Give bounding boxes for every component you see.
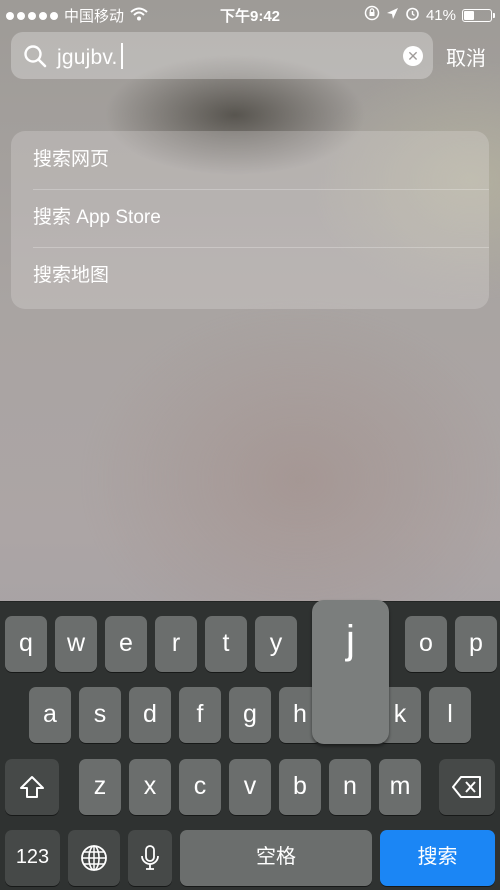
suggestion-list: 搜索网页 搜索 App Store 搜索地图 (11, 131, 489, 309)
key-e[interactable]: e (105, 616, 147, 672)
key-s[interactable]: s (79, 687, 121, 743)
numbers-key[interactable]: 123 (5, 830, 60, 886)
cancel-button[interactable]: 取消 (446, 42, 486, 71)
key-g[interactable]: g (229, 687, 271, 743)
shift-icon (19, 772, 45, 800)
alarm-icon (405, 6, 420, 25)
key-t[interactable]: t (205, 616, 247, 672)
key-b[interactable]: b (279, 759, 321, 815)
key-l[interactable]: l (429, 687, 471, 743)
search-row: jgujbv. ✕ 取消 (11, 32, 492, 79)
location-icon (386, 7, 399, 24)
key-y[interactable]: y (255, 616, 297, 672)
globe-key[interactable] (68, 830, 120, 886)
keyboard: q w e r t y o p a s d f g h k l z x c v … (0, 601, 500, 890)
shift-key[interactable] (5, 759, 59, 815)
key-f[interactable]: f (179, 687, 221, 743)
key-w[interactable]: w (55, 616, 97, 672)
search-field[interactable]: jgujbv. ✕ (11, 32, 433, 79)
key-v[interactable]: v (229, 759, 271, 815)
rotation-lock-icon (364, 5, 380, 25)
suggestion-search-maps[interactable]: 搜索地图 (11, 247, 489, 305)
key-n[interactable]: n (329, 759, 371, 815)
status-bar-right: 41% (364, 5, 495, 25)
battery-percent: 41% (425, 6, 456, 24)
suggestion-search-web[interactable]: 搜索网页 (11, 131, 489, 189)
battery-fill (464, 10, 474, 20)
search-input[interactable]: jgujbv. (57, 43, 123, 70)
status-bar: 中国移动 下午9:42 41% (0, 0, 500, 28)
search-query: jgujbv. (57, 46, 118, 69)
key-d[interactable]: d (129, 687, 171, 743)
key-q[interactable]: q (5, 616, 47, 672)
backspace-icon (452, 772, 482, 800)
key-a[interactable]: a (29, 687, 71, 743)
text-cursor (120, 43, 123, 69)
space-key[interactable]: 空格 (180, 830, 372, 886)
key-m[interactable]: m (379, 759, 421, 815)
key-x[interactable]: x (129, 759, 171, 815)
globe-icon (80, 843, 108, 871)
search-icon (23, 44, 47, 73)
dictation-key[interactable] (128, 830, 172, 886)
battery-icon (462, 8, 495, 22)
microphone-icon (140, 843, 160, 871)
key-r[interactable]: r (155, 616, 197, 672)
backspace-key[interactable] (439, 759, 495, 815)
key-popup-j: j (312, 600, 389, 744)
key-p[interactable]: p (455, 616, 497, 672)
key-o[interactable]: o (405, 616, 447, 672)
key-c[interactable]: c (179, 759, 221, 815)
key-z[interactable]: z (79, 759, 121, 815)
suggestion-search-app-store[interactable]: 搜索 App Store (11, 189, 489, 247)
search-key[interactable]: 搜索 (380, 830, 495, 886)
clear-icon[interactable]: ✕ (403, 46, 423, 66)
